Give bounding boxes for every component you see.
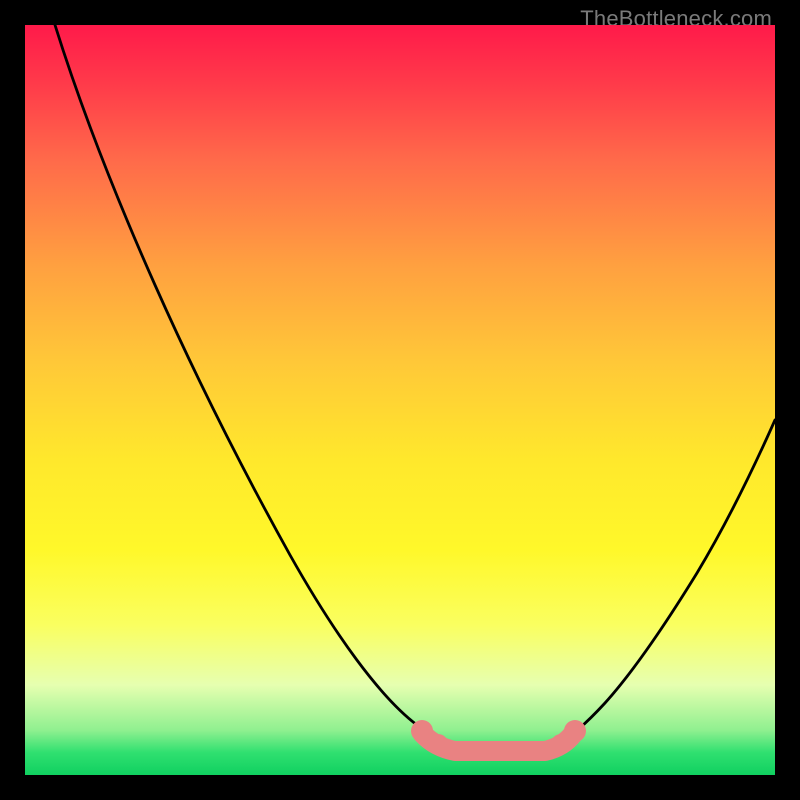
optimal-right-dot <box>564 720 586 742</box>
chart-frame: TheBottleneck.com <box>0 0 800 800</box>
optimal-dot-2 <box>428 734 448 754</box>
right-curve <box>553 420 775 748</box>
plot-area <box>25 25 775 775</box>
chart-overlay <box>25 25 775 775</box>
left-curve <box>55 25 445 748</box>
